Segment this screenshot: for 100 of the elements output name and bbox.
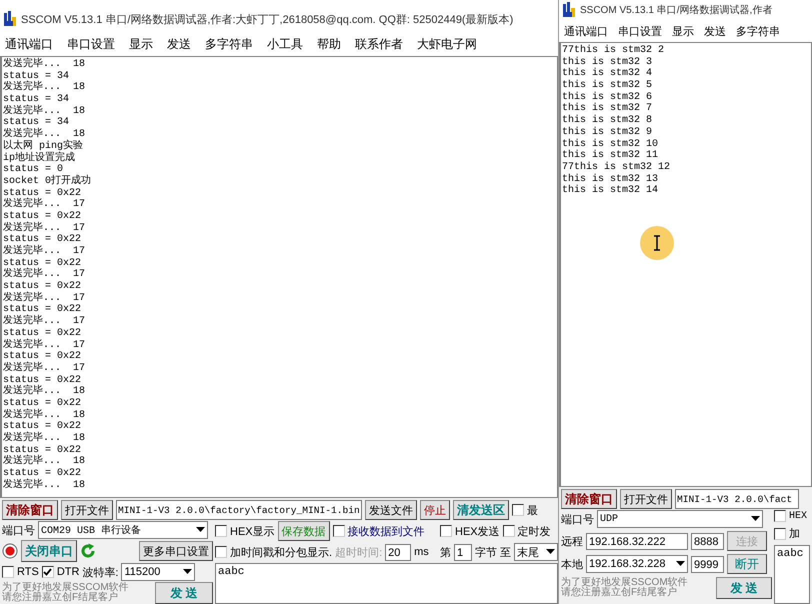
checkbox-label[interactable]: 接收数据到文件 <box>348 524 425 538</box>
checkbox[interactable] <box>215 546 227 558</box>
log-line: ip地址设置完成 <box>3 152 76 164</box>
menu-item[interactable]: 通讯端口 <box>5 34 53 54</box>
log-line: this is stm32 9 <box>562 126 654 138</box>
file-path-field[interactable]: MINI-1-V3 2.0.0\factory\factory_MINI-1.bin <box>116 500 362 520</box>
log-line: 发送完毕... 17 <box>3 199 86 211</box>
checkbox[interactable] <box>332 525 345 537</box>
send-button[interactable]: 发 送 <box>716 577 772 599</box>
dropdown[interactable]: COM29 USB 串行设备 <box>38 521 208 539</box>
log-line: status = 34 <box>3 117 70 128</box>
log-line: 发送完毕... 18 <box>3 129 86 140</box>
checkbox[interactable] <box>440 525 452 537</box>
log-line: socket 0打开成功 <box>3 176 92 188</box>
log-line: 77this is stm32 12 <box>562 162 672 174</box>
more-settings-button[interactable]: 更多串口设置 <box>139 541 213 561</box>
menu-item[interactable]: 串口设置 <box>618 22 662 40</box>
send-file-button[interactable]: 发送文件 <box>365 500 417 520</box>
log-line: 发送完毕... 17 <box>3 362 86 375</box>
log-line: this is stm32 4 <box>562 68 654 80</box>
checkbox[interactable] <box>502 525 515 537</box>
send-text-field[interactable]: aabc <box>774 545 810 604</box>
log-line: this is stm32 5 <box>562 80 654 92</box>
clear-window-button[interactable]: 清除窗口 <box>561 489 617 509</box>
menu-item[interactable]: 帮助 <box>317 34 341 54</box>
checkbox-label[interactable]: HEX发送 <box>455 524 500 538</box>
port-field[interactable]: 9999 <box>691 556 724 572</box>
clear-send-button[interactable]: 清发送区 <box>453 500 509 520</box>
start-byte-field[interactable]: 1 <box>454 544 472 560</box>
log-line: 发送完毕... 18 <box>3 386 86 398</box>
log-line: status = 0x22 <box>3 398 82 409</box>
menu-item[interactable]: 联系作者 <box>355 34 403 54</box>
menu-item[interactable]: 串口设置 <box>67 34 115 54</box>
dropdown[interactable]: 115200 <box>121 563 196 581</box>
menu-item[interactable]: 发送 <box>167 34 191 54</box>
menu-item[interactable]: 小工具 <box>267 34 303 54</box>
log-line: 发送完毕... 18 <box>3 410 86 421</box>
menu-item[interactable]: 多字符串 <box>736 22 780 40</box>
field-label: 至 <box>500 546 511 560</box>
log-line: 发送完毕... 18 <box>3 106 86 117</box>
caret-icon <box>751 516 760 522</box>
send-text-field[interactable]: aabc <box>215 563 558 604</box>
cursor-highlight-icon <box>639 225 675 261</box>
checkbox-label[interactable]: 最 <box>527 502 538 518</box>
open-file-button[interactable]: 打开文件 <box>620 489 672 509</box>
log-line: this is stm32 10 <box>562 138 660 150</box>
send-button[interactable]: 发 送 <box>155 582 213 604</box>
log-line: status = 0x22 <box>3 351 82 362</box>
unit-label: ms <box>414 546 429 558</box>
checkbox[interactable] <box>42 566 54 578</box>
log-line: status = 0x22 <box>3 421 82 432</box>
log-line: status = 34 <box>3 94 70 106</box>
log-line: this is stm32 6 <box>562 92 654 103</box>
checkbox[interactable] <box>512 504 524 516</box>
field-label: 字节 <box>475 546 497 560</box>
log-line: status = 0x22 <box>3 234 82 246</box>
checkbox-label[interactable]: RTS <box>17 566 39 578</box>
dropdown[interactable]: 192.168.32.228 <box>586 555 688 573</box>
promo-text: 请您注册嘉立创F结尾客户 <box>2 593 120 604</box>
field-label: 第 <box>440 546 451 560</box>
menu-item[interactable]: 通讯端口 <box>564 22 608 40</box>
caret-icon <box>196 527 205 533</box>
checkbox-label[interactable]: HEX <box>789 510 808 522</box>
checkbox-label[interactable]: 加时间戳和分包显示. <box>230 544 332 560</box>
dropdown[interactable]: UDP <box>597 510 763 528</box>
menu-item[interactable]: 多字符串 <box>205 34 253 54</box>
close-port-button[interactable]: 关闭串口 <box>21 540 77 562</box>
stop-button[interactable]: 停止 <box>420 500 450 520</box>
field-label: 远程 <box>561 534 583 548</box>
menu-item[interactable]: 发送 <box>704 22 726 40</box>
app-logo-icon <box>3 11 17 27</box>
checkbox[interactable] <box>774 510 786 522</box>
log-line: this is stm32 13 <box>562 174 660 185</box>
menu-item[interactable]: 显示 <box>129 34 153 54</box>
open-file-button[interactable]: 打开文件 <box>61 500 113 520</box>
log-line: status = 0x22 <box>3 328 82 339</box>
log-line: this is stm32 8 <box>562 115 654 126</box>
timeout-label: 超时时间: <box>335 546 382 560</box>
field-label: 波特率: <box>82 566 118 580</box>
disconnect-button[interactable]: 断开 <box>727 554 767 574</box>
log-line: status = 0x22 <box>3 258 82 269</box>
log-line: 发送完毕... 18 <box>3 59 86 71</box>
log-line: 发送完毕... 18 <box>3 433 86 445</box>
log-line: 发送完毕... 17 <box>3 316 86 328</box>
log-line: this is stm32 14 <box>562 185 660 197</box>
checkbox-label[interactable]: DTR <box>56 566 80 578</box>
menu-item[interactable]: 大虾电子网 <box>417 34 477 54</box>
checkbox[interactable] <box>2 566 14 578</box>
log-line: status = 0x22 <box>3 210 82 222</box>
log-line: 发送完毕... 18 <box>3 82 86 94</box>
file-path-field[interactable]: MINI-1-V3 2.0.0\fact <box>675 489 799 509</box>
menu-item[interactable]: 显示 <box>672 22 694 40</box>
checkbox-label[interactable]: 加 <box>789 526 800 541</box>
checkbox-label[interactable]: 定时发 <box>518 524 551 538</box>
field-label: 本地 <box>561 558 583 572</box>
dropdown[interactable]: 末尾 <box>514 543 558 561</box>
checkbox-label[interactable]: HEX显示 <box>230 524 275 538</box>
checkbox[interactable] <box>215 525 227 537</box>
clear-window-button[interactable]: 清除窗口 <box>2 500 58 520</box>
checkbox[interactable] <box>774 528 786 540</box>
